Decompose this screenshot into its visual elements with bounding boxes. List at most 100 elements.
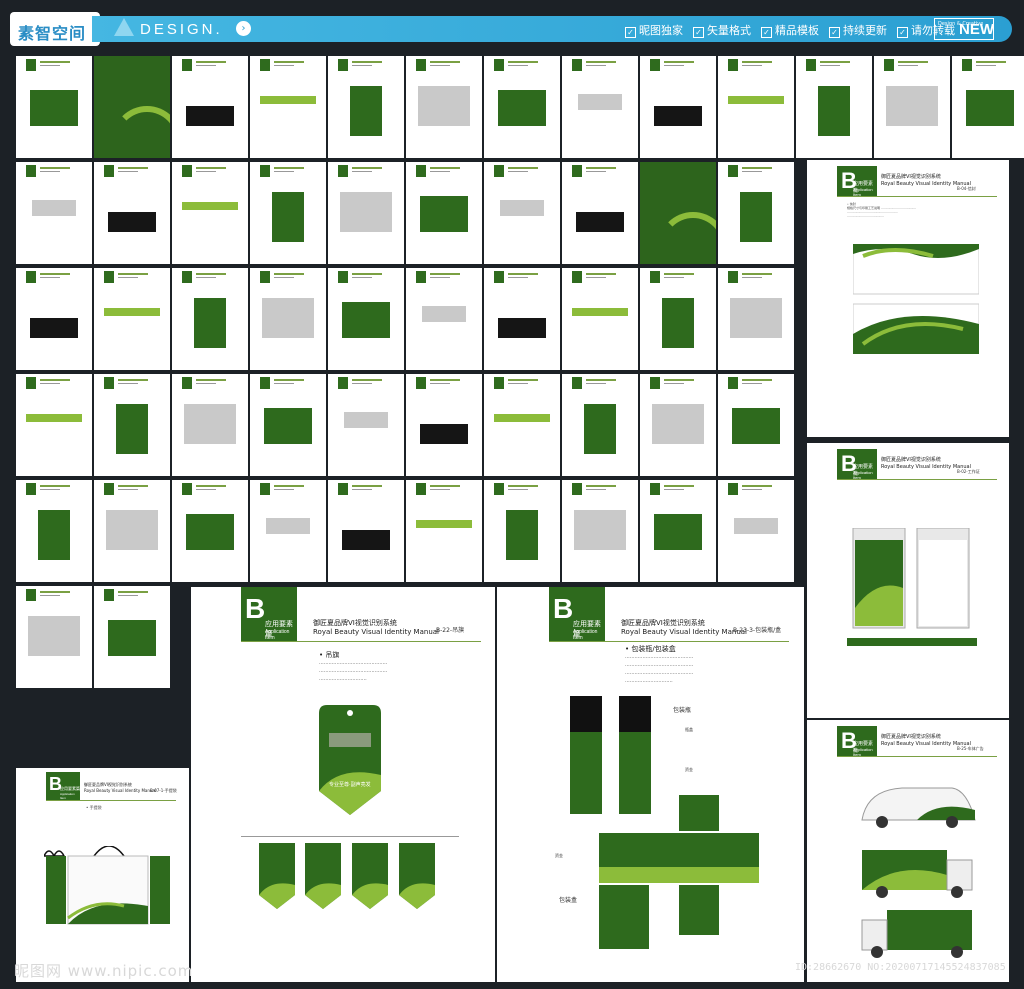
label-box: 包装盒 bbox=[559, 897, 578, 904]
manual-page-thumbnail bbox=[640, 480, 716, 582]
page-header-tab bbox=[572, 483, 582, 495]
tag-slogan: 专业至尊·副声亮发 bbox=[329, 782, 371, 788]
panel-code: B-22-吊旗 bbox=[436, 627, 465, 634]
manual-page-thumbnail bbox=[250, 374, 326, 476]
manual-page-thumbnail bbox=[172, 268, 248, 370]
section-tab: B 应用要素篇 Application Item bbox=[837, 166, 877, 197]
page-header-subline bbox=[40, 277, 60, 278]
page-header-subline bbox=[118, 171, 138, 172]
page-header-subline bbox=[196, 171, 216, 172]
check-icon: ✓ bbox=[693, 27, 704, 38]
check-icon: ✓ bbox=[625, 27, 636, 38]
manual-page-thumbnail bbox=[94, 374, 170, 476]
document-mockup bbox=[184, 404, 236, 444]
page-header-tab bbox=[260, 377, 270, 389]
manual-page-thumbnail bbox=[328, 56, 404, 158]
page-header-tab bbox=[650, 271, 660, 283]
page-header-subline bbox=[742, 65, 762, 66]
envelope-notes: • 信封 规格尺寸与印刷工艺说明 ........................… bbox=[847, 202, 917, 218]
page-header-subline bbox=[118, 277, 138, 278]
panel-code: B-25-车体广告 bbox=[957, 746, 984, 751]
manual-page-thumbnail bbox=[484, 162, 560, 264]
page-header-subline bbox=[352, 383, 372, 384]
panel-vehicle: B 应用要素篇 Application Item 御匠夏品牌VI视觉识别系统 R… bbox=[807, 720, 1009, 982]
panel-code: B-23-3-包装瓶/盒 bbox=[733, 627, 782, 634]
document-mockup bbox=[652, 404, 704, 444]
color-strip bbox=[26, 414, 82, 422]
page-header-line bbox=[430, 379, 460, 381]
truck2-box bbox=[887, 910, 972, 950]
page-header-tab bbox=[962, 59, 972, 71]
page-header-subline bbox=[274, 65, 294, 66]
product-mockup bbox=[584, 404, 616, 454]
page-header-line bbox=[508, 61, 538, 63]
manual-page-thumbnail bbox=[796, 56, 872, 158]
page-header-subline bbox=[586, 65, 606, 66]
page-header-line bbox=[352, 379, 382, 381]
tag-logo bbox=[329, 733, 371, 747]
logo-mockup bbox=[578, 94, 622, 110]
page-header-line bbox=[586, 485, 616, 487]
page-header-subline bbox=[430, 383, 450, 384]
page-header-subline bbox=[352, 489, 372, 490]
manual-page-thumbnail bbox=[718, 162, 794, 264]
dark-mockup bbox=[342, 530, 390, 550]
page-header-tab bbox=[728, 59, 738, 71]
dark-mockup bbox=[108, 212, 156, 232]
page-header-line bbox=[430, 61, 460, 63]
manual-page-thumbnail bbox=[484, 480, 560, 582]
page-header-subline bbox=[664, 489, 684, 490]
dark-mockup bbox=[186, 106, 234, 126]
page-header-tab bbox=[494, 377, 504, 389]
page-header-line bbox=[664, 61, 694, 63]
arrow-icon: › bbox=[236, 21, 251, 36]
panel-title: 御匠夏品牌VI视觉识别系统 Royal Beauty Visual Identi… bbox=[621, 619, 747, 636]
page-header-line bbox=[196, 485, 226, 487]
page-header-tab bbox=[728, 377, 738, 389]
page-header-line bbox=[508, 167, 538, 169]
panel-hang-tag: B 应用要素篇 Application Item 御匠夏品牌VI视觉识别系统 R… bbox=[191, 587, 495, 982]
section-tab: B 应用要素篇 Application Item bbox=[241, 587, 297, 641]
document-mockup bbox=[262, 298, 314, 338]
bottle-cap bbox=[619, 696, 651, 732]
manual-page-thumbnail bbox=[484, 268, 560, 370]
page-header-subline bbox=[820, 65, 840, 66]
product-mockup bbox=[506, 510, 538, 560]
check-icon: ✓ bbox=[829, 27, 840, 38]
page-header-tab bbox=[650, 377, 660, 389]
page-header-subline bbox=[430, 65, 450, 66]
page-header-tab bbox=[104, 483, 114, 495]
green-mockup bbox=[498, 90, 546, 126]
page-header-subline bbox=[40, 65, 60, 66]
site-watermark: 昵图网 www.nipic.com bbox=[14, 962, 194, 980]
page-header-subline bbox=[274, 171, 294, 172]
page-header-tab bbox=[494, 59, 504, 71]
manual-page-thumbnail bbox=[406, 162, 482, 264]
box-top-flap bbox=[679, 795, 719, 831]
page-header-line bbox=[274, 273, 304, 275]
page-header-line bbox=[898, 61, 928, 63]
page-header-subline bbox=[430, 489, 450, 490]
page-header-subline bbox=[430, 277, 450, 278]
page-header-subline bbox=[742, 277, 762, 278]
page-header-line bbox=[586, 379, 616, 381]
product-mockup bbox=[818, 86, 850, 136]
manual-page-thumbnail bbox=[484, 374, 560, 476]
manual-page-thumbnail bbox=[718, 480, 794, 582]
page-header-line bbox=[742, 167, 772, 169]
manual-page-thumbnail bbox=[172, 162, 248, 264]
label-bottle: 包装瓶 bbox=[673, 707, 692, 714]
manual-page-thumbnail bbox=[562, 56, 638, 158]
document-mockup bbox=[418, 86, 470, 126]
page-header-tab bbox=[416, 271, 426, 283]
page-header-line bbox=[40, 379, 70, 381]
logo-mockup bbox=[734, 518, 778, 534]
badge-illustration bbox=[847, 528, 977, 646]
page-header-tab bbox=[260, 483, 270, 495]
page-header-line bbox=[508, 379, 538, 381]
page-header-tab bbox=[338, 377, 348, 389]
bag-side-right bbox=[150, 856, 170, 924]
page-header-line bbox=[352, 273, 382, 275]
page-header-line bbox=[118, 167, 148, 169]
van-wheel bbox=[946, 816, 958, 828]
